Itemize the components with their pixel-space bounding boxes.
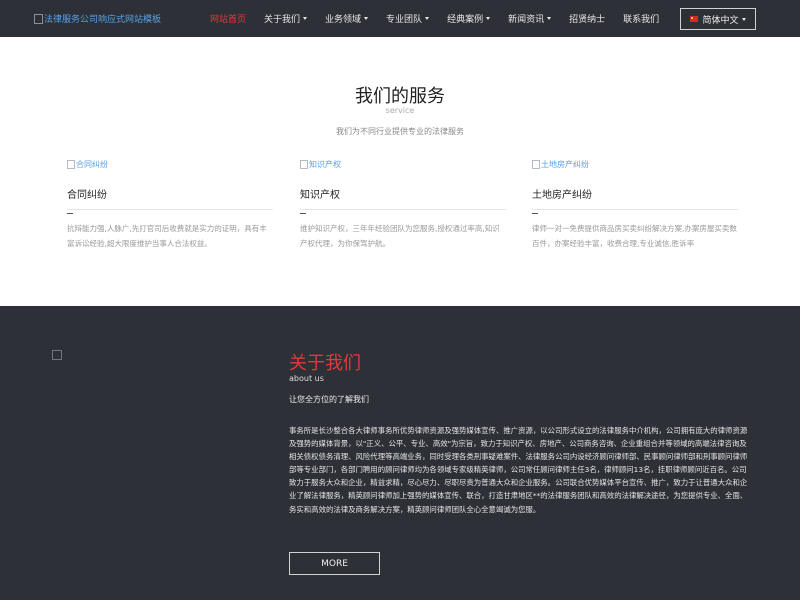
service-name[interactable]: 合同纠纷 [67, 186, 273, 201]
more-button[interactable]: MORE [289, 552, 380, 575]
nav-item-label: 经典案例 [447, 15, 484, 25]
chevron-down-icon [364, 17, 369, 20]
nav-item[interactable]: 经典案例 [447, 12, 491, 25]
china-flag-icon [690, 16, 699, 22]
nav-item[interactable]: 网站首页 [210, 12, 246, 25]
about-body-text: 事务所是长沙整合各大律师事务所优势律师资源及强势媒体宣传、推广资源，以公司形式设… [289, 426, 748, 514]
broken-image-icon [52, 350, 62, 360]
chevron-down-icon [303, 17, 308, 20]
top-navbar: 法律服务公司响应式网站模板 网站首页 关于我们 业务领域 专业团队 经典案例 新闻资讯 招贤… [0, 0, 800, 37]
chevron-down-icon [486, 17, 491, 20]
nav-item-label: 网站首页 [210, 15, 247, 25]
service-card-contract[interactable]: 合同纠纷 合同纠纷 抗辩能力强,人脉广,先打官司后收费就是实力的证明，具有丰富诉… [67, 158, 273, 251]
service-image-alt: 合同纠纷 [76, 159, 108, 169]
service-card-land[interactable]: 土地房产纠纷 土地房产纠纷 律师一对一免费提供商品房买卖纠纷解决方案,办案房屋买… [532, 158, 738, 251]
service-text: 维护知识产权，三年年经验团队为您服务,授权通过率高,知识产权代理，为你保驾护航。 [300, 224, 500, 248]
nav-item[interactable]: 关于我们 [264, 12, 308, 25]
divider [300, 209, 506, 214]
service-image[interactable]: 土地房产纠纷 [532, 158, 738, 170]
broken-image-icon [34, 13, 43, 24]
service-image-alt: 知识产权 [309, 159, 341, 169]
nav-item-label: 新闻资讯 [508, 15, 545, 25]
chevron-down-icon [547, 17, 552, 20]
nav-item-label: 专业团队 [386, 15, 423, 25]
language-label: 简体中文 [702, 15, 739, 26]
site-logo[interactable]: 法律服务公司响应式网站模板 [34, 12, 161, 25]
chevron-down-icon [425, 17, 430, 20]
nav-item-label: 联系我们 [623, 15, 660, 25]
divider [67, 209, 273, 214]
services-description: 我们为不同行业提供专业的法律服务 [336, 127, 464, 136]
nav-item[interactable]: 专业团队 [386, 12, 430, 25]
nav-item[interactable]: 业务领域 [325, 12, 369, 25]
services-subtitle: service [385, 106, 415, 115]
service-image[interactable]: 合同纠纷 [67, 158, 273, 170]
divider [532, 209, 738, 214]
service-card-ip[interactable]: 知识产权 知识产权 维护知识产权，三年年经验团队为您服务,授权通过率高,知识产权… [300, 158, 506, 251]
about-title: 关于我们 [289, 353, 361, 374]
about-tagline: 让您全方位的了解我们 [289, 395, 369, 404]
nav-item[interactable]: 招贤纳士 [569, 12, 605, 25]
nav-item[interactable]: 新闻资讯 [508, 12, 552, 25]
service-name[interactable]: 知识产权 [300, 186, 506, 201]
main-nav: 网站首页 关于我们 业务领域 专业团队 经典案例 新闻资讯 招贤纳士 联系我们 [210, 0, 677, 37]
service-image-alt: 土地房产纠纷 [541, 159, 589, 169]
nav-item-label: 关于我们 [264, 15, 301, 25]
broken-image-icon [67, 159, 75, 169]
language-selector[interactable]: 简体中文 [680, 8, 756, 30]
about-subtitle: about us [289, 374, 324, 383]
nav-item-label: 业务领域 [325, 15, 362, 25]
services-title: 我们的服务 [355, 86, 445, 107]
broken-image-icon [300, 159, 308, 169]
service-text: 抗辩能力强,人脉广,先打官司后收费就是实力的证明，具有丰富诉讼经验,超大限度维护… [67, 224, 267, 248]
logo-alt-text: 法律服务公司响应式网站模板 [44, 15, 162, 25]
service-image[interactable]: 知识产权 [300, 158, 506, 170]
chevron-down-icon [741, 17, 746, 21]
service-text: 律师一对一免费提供商品房买卖纠纷解决方案,办案房屋买卖数百件，办案经验丰富，收费… [532, 224, 737, 248]
broken-image-icon [532, 159, 540, 169]
about-section: 关于我们 about us 让您全方位的了解我们 事务所是长沙整合各大律师事务所… [0, 306, 800, 600]
nav-item[interactable]: 联系我们 [623, 12, 659, 25]
service-name[interactable]: 土地房产纠纷 [532, 186, 738, 201]
nav-item-label: 招贤纳士 [569, 15, 606, 25]
